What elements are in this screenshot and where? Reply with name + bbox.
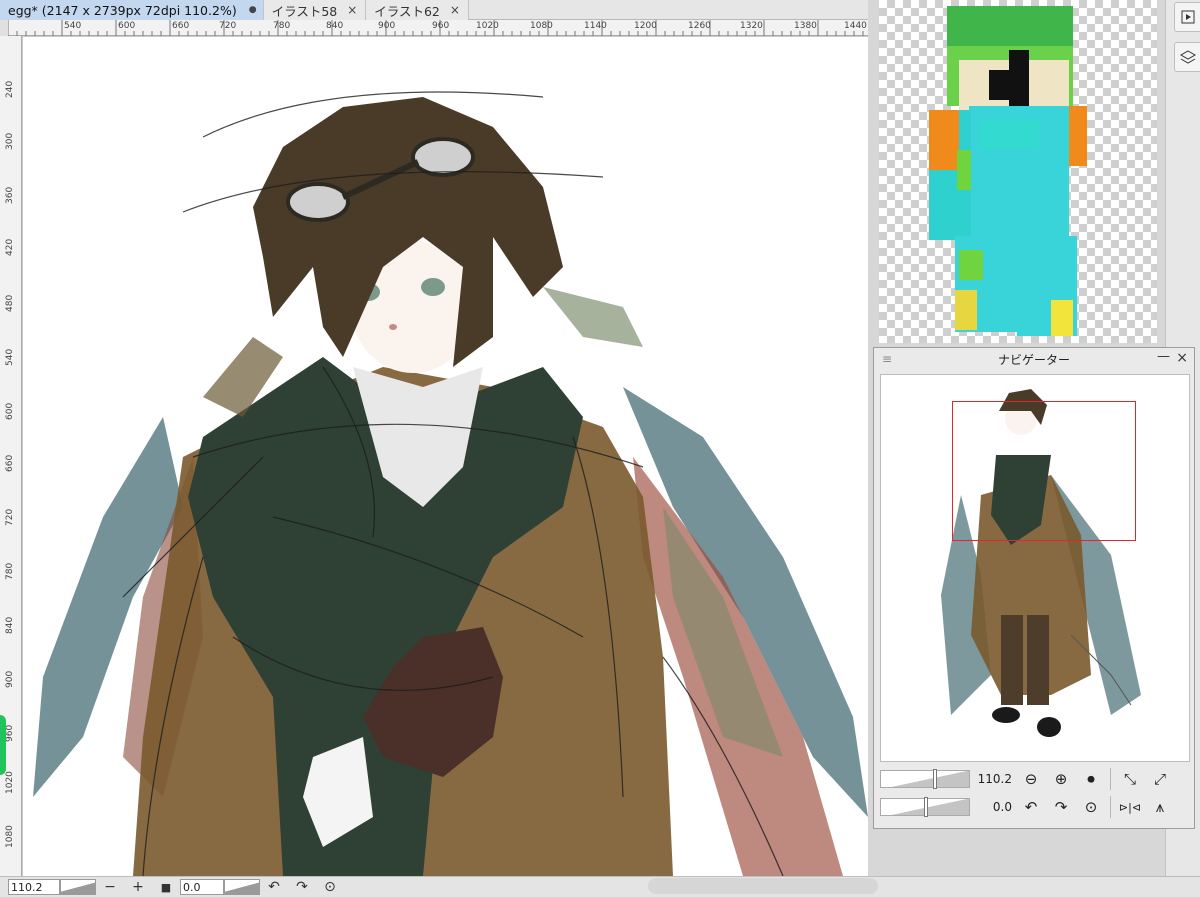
zoom-out-icon[interactable]: ⊖ bbox=[1016, 768, 1046, 790]
canvas-statusbar: 110.2 − + ■ 0.0 ↶ ↷ ⊙ bbox=[0, 876, 1200, 897]
navigator-zoom-row: 110.2 ⊖ ⊕ ⏺ ⤡ ⤢ bbox=[880, 768, 1175, 790]
ruler-label: 480 bbox=[5, 294, 15, 312]
unsaved-indicator: ● bbox=[248, 5, 257, 15]
reference-skin-image bbox=[929, 6, 1087, 336]
rotate-right-button[interactable]: ↷ bbox=[288, 879, 316, 895]
reset-rotation-button[interactable]: ⊙ bbox=[316, 879, 344, 895]
tab-egg-label: egg* (2147 x 2739px 72dpi 110.2%) bbox=[8, 2, 237, 18]
ruler-label: 780 bbox=[273, 21, 291, 31]
record-icon[interactable]: ⏺ bbox=[1076, 768, 1106, 790]
tab-egg[interactable]: egg* (2147 x 2739px 72dpi 110.2%) ● bbox=[0, 0, 264, 20]
ruler-label: 420 bbox=[5, 238, 15, 256]
ruler-label: 660 bbox=[172, 21, 190, 31]
navigator-viewport-frame[interactable] bbox=[952, 401, 1136, 541]
document-tab-bar: egg* (2147 x 2739px 72dpi 110.2%) ● イラスト… bbox=[0, 0, 868, 20]
ruler-label: 240 bbox=[5, 80, 15, 98]
rotate-left-button[interactable]: ↶ bbox=[260, 879, 288, 895]
ruler-label: 840 bbox=[326, 21, 344, 31]
ruler-label: 540 bbox=[5, 348, 15, 366]
close-icon[interactable]: × bbox=[1176, 350, 1188, 366]
navigator-title: ナビゲーター bbox=[997, 352, 1070, 367]
navigator-rotation-knob[interactable] bbox=[924, 797, 928, 817]
rotation-field[interactable]: 0.0 bbox=[180, 879, 224, 895]
ruler-label: 600 bbox=[5, 402, 15, 420]
navigator-zoom-slider[interactable] bbox=[880, 769, 970, 789]
navigator-rotation-value[interactable]: 0.0 bbox=[970, 800, 1016, 814]
rotate-right-icon[interactable]: ↷ bbox=[1046, 796, 1076, 818]
rotation-slider[interactable] bbox=[224, 879, 260, 895]
tab-illust62[interactable]: イラスト62 × bbox=[366, 0, 469, 20]
navigator-preview[interactable] bbox=[880, 374, 1190, 762]
rotate-left-icon[interactable]: ↶ bbox=[1016, 796, 1046, 818]
close-icon[interactable]: × bbox=[345, 3, 359, 17]
ruler-label: 900 bbox=[5, 670, 15, 688]
flip-horizontal-icon[interactable]: ⊳|⊲ bbox=[1115, 796, 1145, 818]
reset-rotation-icon[interactable]: ⊙ bbox=[1076, 796, 1106, 818]
layers-icon[interactable] bbox=[1174, 42, 1200, 72]
close-icon[interactable]: × bbox=[448, 3, 462, 17]
ruler-label: 720 bbox=[219, 21, 237, 31]
ruler-label: 780 bbox=[5, 562, 15, 580]
navigator-rotation-slider[interactable] bbox=[880, 797, 970, 817]
ruler-label: 540 bbox=[64, 21, 82, 31]
play-icon[interactable] bbox=[1174, 2, 1200, 32]
flip-vertical-icon[interactable]: ⩚ bbox=[1145, 796, 1175, 818]
ruler-corner bbox=[0, 20, 8, 36]
navigator-zoom-knob[interactable] bbox=[932, 769, 937, 789]
ruler-label: 1380 bbox=[794, 21, 817, 31]
reference-image-panel bbox=[879, 0, 1157, 343]
tab-illust62-label: イラスト62 bbox=[374, 3, 440, 19]
ruler-label: 720 bbox=[5, 508, 15, 526]
ruler-label: 1260 bbox=[688, 21, 711, 31]
ruler-label: 1020 bbox=[476, 21, 499, 31]
ruler-label: 1140 bbox=[584, 21, 607, 31]
ruler-label: 300 bbox=[5, 132, 15, 150]
ruler-label: 1080 bbox=[5, 825, 15, 848]
drawing-canvas[interactable] bbox=[23, 37, 868, 876]
zoom-in-button[interactable]: + bbox=[124, 879, 152, 895]
navigator-panel: ≡ ナビゲーター — × 110.2 ⊖ ⊕ ⏺ ⤡ ⤢ 0.0 ↶ ↷ ⊙ ⊳… bbox=[873, 347, 1195, 829]
play-icon-glyph bbox=[1181, 10, 1194, 24]
ruler-label: 1200 bbox=[634, 21, 657, 31]
minimize-icon[interactable]: — bbox=[1157, 349, 1170, 364]
ruler-label: 360 bbox=[5, 186, 15, 204]
ruler-label: 1020 bbox=[5, 771, 15, 794]
ruler-label: 960 bbox=[432, 21, 450, 31]
side-indicator bbox=[0, 715, 6, 775]
ruler-label: 960 bbox=[5, 724, 15, 742]
grip-icon[interactable]: ≡ bbox=[882, 352, 892, 366]
ruler-label: 1320 bbox=[740, 21, 763, 31]
divider bbox=[1110, 768, 1111, 790]
navigator-zoom-value[interactable]: 110.2 bbox=[970, 772, 1016, 786]
ruler-label: 840 bbox=[5, 616, 15, 634]
zoom-out-button[interactable]: − bbox=[96, 879, 124, 895]
ruler-horizontal: 540 600 660 720 780 840 900 960 1020 108… bbox=[8, 20, 868, 36]
ruler-label: 1080 bbox=[530, 21, 553, 31]
fit-to-screen-icon[interactable]: ⤡ bbox=[1115, 768, 1145, 790]
divider bbox=[1110, 796, 1111, 818]
zoom-slider[interactable] bbox=[60, 879, 96, 895]
ruler-label: 900 bbox=[378, 21, 396, 31]
ruler-label: 660 bbox=[5, 454, 15, 472]
zoom-field[interactable]: 110.2 bbox=[8, 879, 60, 895]
navigator-titlebar[interactable]: ≡ ナビゲーター — × bbox=[874, 348, 1194, 370]
fullscreen-icon[interactable]: ⤢ bbox=[1145, 768, 1175, 790]
layers-icon-glyph bbox=[1179, 50, 1196, 64]
navigator-rotation-row: 0.0 ↶ ↷ ⊙ ⊳|⊲ ⩚ bbox=[880, 796, 1175, 818]
tab-illust58[interactable]: イラスト58 × bbox=[263, 0, 367, 20]
ruler-label: 1440 bbox=[844, 21, 867, 31]
illustration bbox=[33, 91, 868, 876]
horizontal-scrollbar[interactable] bbox=[648, 878, 878, 894]
tab-illust58-label: イラスト58 bbox=[271, 3, 338, 19]
zoom-in-icon[interactable]: ⊕ bbox=[1046, 768, 1076, 790]
ruler-label: 600 bbox=[118, 21, 136, 31]
fit-button[interactable]: ■ bbox=[152, 881, 180, 894]
